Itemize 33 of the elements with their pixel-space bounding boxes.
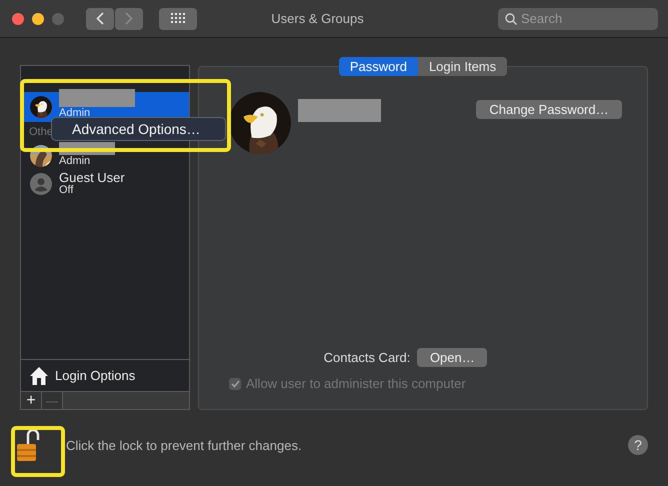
user-role: Admin: [59, 106, 92, 120]
user-name: Guest User: [59, 171, 125, 184]
grid-icon: [171, 13, 185, 24]
login-options-label: Login Options: [55, 368, 136, 383]
minimize-button[interactable]: [32, 12, 44, 24]
user-role: Off: [59, 184, 74, 197]
search-icon: [505, 12, 517, 24]
back-button[interactable]: [86, 8, 114, 30]
user-silhouette-icon: [30, 173, 52, 195]
change-password-button[interactable]: Change Password…: [476, 100, 622, 119]
unlocked-padlock-icon[interactable]: [16, 428, 40, 462]
help-button[interactable]: ?: [628, 435, 648, 455]
user-list-item[interactable]: Guest User Off: [21, 170, 189, 198]
add-button[interactable]: +: [21, 392, 42, 409]
window-title: Users & Groups: [270, 11, 365, 26]
login-options-item[interactable]: Login Options: [21, 359, 189, 391]
menu-item[interactable]: Advanced Options…: [52, 121, 200, 137]
close-button[interactable]: [12, 12, 24, 24]
user-list-item[interactable]: Admin: [21, 142, 189, 170]
contacts-card-label: Contacts Card:: [324, 350, 410, 365]
search-field[interactable]: Search: [498, 8, 658, 30]
show-all-button[interactable]: [159, 8, 197, 30]
user-role: Admin: [59, 155, 92, 168]
open-button[interactable]: Open…: [417, 348, 488, 367]
chevron-right-icon: [125, 12, 133, 25]
house-icon: [29, 366, 49, 386]
tab[interactable]: Password: [338, 57, 418, 76]
chevron-left-icon: [96, 12, 104, 25]
highlight-frame: [11, 426, 65, 477]
tab[interactable]: Login Items: [418, 57, 508, 76]
lock-message: Click the lock to prevent further changes.: [66, 438, 302, 452]
checkbox-label: Allow user to administer this computer: [246, 376, 466, 391]
checkmark-icon: [230, 380, 240, 388]
